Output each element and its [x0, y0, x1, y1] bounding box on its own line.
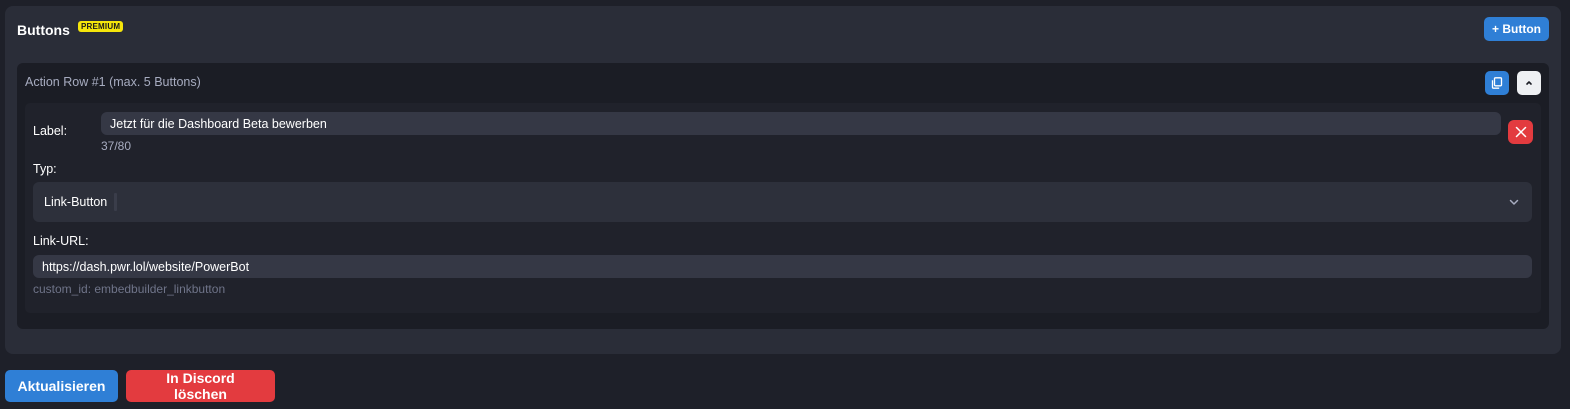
action-row-title: Action Row #1 (max. 5 Buttons): [25, 75, 201, 89]
add-button-button[interactable]: + Button: [1484, 17, 1549, 41]
copy-icon: [1491, 77, 1503, 89]
action-row: Action Row #1 (max. 5 Buttons) Label: Je…: [17, 63, 1549, 329]
buttons-panel: Buttons PREMIUM + Button Action Row #1 (…: [5, 6, 1561, 354]
label-input[interactable]: Jetzt für die Dashboard Beta bewerben: [101, 112, 1501, 135]
close-icon: [1515, 126, 1526, 138]
premium-badge: PREMIUM: [78, 21, 124, 32]
chevron-down-icon: [1509, 199, 1519, 205]
select-separator: [114, 193, 117, 211]
button-editor: Label: Jetzt für die Dashboard Beta bewe…: [25, 103, 1541, 313]
panel-title: Buttons: [17, 22, 70, 38]
url-input-value: https://dash.pwr.lol/website/PowerBot: [42, 259, 250, 274]
url-input[interactable]: https://dash.pwr.lol/website/PowerBot: [33, 255, 1532, 278]
label-caption: Label:: [33, 124, 68, 138]
delete-button[interactable]: [1508, 120, 1533, 144]
label-input-value: Jetzt für die Dashboard Beta bewerben: [110, 116, 327, 131]
url-caption: Link-URL:: [33, 234, 89, 248]
custom-id-text: custom_id: embedbuilder_linkbutton: [33, 282, 226, 296]
chevron-up-icon: [1526, 81, 1532, 85]
copy-row-button[interactable]: [1485, 71, 1509, 95]
update-button[interactable]: Aktualisieren: [5, 370, 118, 402]
type-select[interactable]: Link-Button: [33, 182, 1532, 222]
delete-in-discord-button[interactable]: In Discord löschen: [126, 370, 275, 402]
collapse-row-button[interactable]: [1517, 71, 1541, 95]
type-caption: Typ:: [33, 162, 57, 176]
type-select-value: Link-Button: [44, 195, 108, 209]
label-counter: 37/80: [101, 139, 132, 153]
